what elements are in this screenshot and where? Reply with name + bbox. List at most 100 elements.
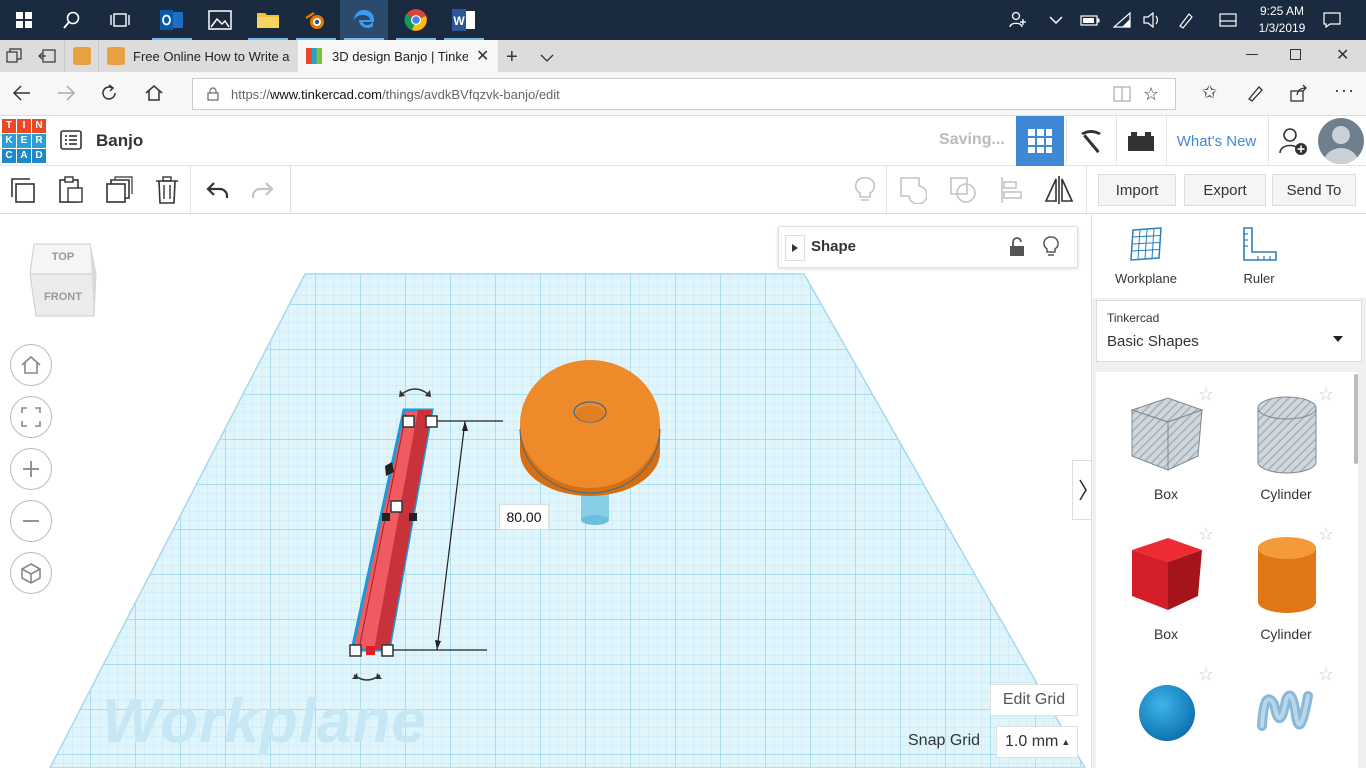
build-minecraft-button[interactable] (1066, 116, 1114, 166)
view-cube[interactable]: TOP FRONT (28, 238, 100, 325)
whats-new-link[interactable]: What's New (1166, 116, 1266, 166)
edit-grid-button[interactable]: Edit Grid (990, 684, 1078, 716)
restore-icon[interactable] (1290, 49, 1301, 60)
design-menu-icon[interactable] (60, 130, 82, 155)
fit-view-button[interactable] (10, 396, 52, 438)
set-tabs-aside-icon[interactable] (38, 48, 56, 69)
workplane-tool[interactable]: Workplane (1114, 226, 1178, 286)
view-cube-top-label[interactable]: TOP (28, 251, 98, 263)
minimize-icon[interactable] (1246, 54, 1258, 55)
zoom-in-button[interactable] (10, 448, 52, 490)
lightbulb-icon[interactable] (1043, 236, 1059, 263)
3d-view-button[interactable] (1016, 116, 1064, 166)
zoom-out-button[interactable] (10, 500, 52, 542)
workplane-grid[interactable] (0, 214, 1091, 768)
chevron-up-icon[interactable] (1046, 10, 1066, 30)
favorite-star-icon[interactable]: ☆ (1318, 384, 1334, 405)
keyboard-icon[interactable] (1218, 10, 1238, 30)
favorites-icon[interactable]: ✩ (1202, 82, 1217, 103)
file-explorer-icon[interactable] (244, 0, 292, 40)
pickaxe-icon (1080, 130, 1101, 154)
mirror-button[interactable] (1042, 174, 1076, 206)
favorite-star-icon[interactable]: ☆ (1198, 664, 1214, 685)
view-cube-front-label[interactable]: FRONT (28, 291, 98, 303)
favorite-star-icon[interactable]: ☆ (1318, 524, 1334, 545)
redo-button[interactable] (246, 174, 280, 206)
search-icon[interactable] (48, 0, 96, 40)
group-button[interactable] (896, 174, 930, 206)
browser-tab-1[interactable] (64, 40, 98, 72)
battery-icon[interactable] (1080, 10, 1100, 30)
favorite-star-icon[interactable]: ☆ (1143, 84, 1159, 105)
expand-inspector-button[interactable] (785, 235, 805, 261)
reading-view-icon[interactable] (1113, 86, 1131, 107)
shape-library-dropdown[interactable]: Tinkercad Basic Shapes (1096, 300, 1362, 362)
people-icon[interactable] (1008, 10, 1028, 30)
paste-button[interactable] (54, 174, 88, 206)
home-icon[interactable] (144, 84, 164, 107)
lock-shape-icon[interactable] (1009, 237, 1025, 262)
notes-tool-button[interactable] (848, 174, 882, 206)
windows-start-icon[interactable] (0, 0, 48, 40)
url-path: /things/avdkBVfqzvk-banjo/edit (382, 87, 560, 102)
chrome-icon[interactable] (392, 0, 440, 40)
close-window-icon[interactable]: ✕ (1336, 45, 1349, 65)
url-input[interactable]: https://www.tinkercad.com/things/avdkBVf… (192, 78, 1176, 110)
edge-browser-icon[interactable] (340, 0, 388, 40)
3d-viewport[interactable]: 80.00 Workplane TOP FRONT Shape Edit Gri… (0, 214, 1091, 768)
invite-user-button[interactable] (1268, 116, 1316, 166)
action-center-icon[interactable] (1322, 10, 1342, 30)
more-options-icon[interactable]: ··· (1334, 80, 1355, 101)
favorite-star-icon[interactable]: ☆ (1318, 664, 1334, 685)
duplicate-button[interactable] (102, 174, 136, 206)
ruler-tool[interactable]: Ruler (1228, 226, 1290, 286)
undo-button[interactable] (200, 174, 234, 206)
wifi-icon[interactable] (1112, 10, 1132, 30)
refresh-icon[interactable] (100, 84, 118, 107)
forward-icon[interactable] (56, 84, 76, 107)
word-icon[interactable]: W (440, 0, 488, 40)
blender-icon[interactable] (292, 0, 340, 40)
lock-icon (207, 87, 219, 106)
task-view-icon[interactable] (96, 0, 144, 40)
browser-tab-2[interactable]: Free Online How to Write a (98, 40, 298, 72)
scrollbar[interactable] (1354, 374, 1358, 464)
dimension-input[interactable]: 80.00 (499, 504, 549, 530)
notes-icon[interactable] (1246, 84, 1264, 107)
import-button[interactable]: Import (1098, 174, 1176, 206)
favorite-star-icon[interactable]: ☆ (1198, 524, 1214, 545)
delete-button[interactable] (150, 174, 184, 206)
collapse-panel-button[interactable] (1072, 460, 1091, 520)
outlook-icon[interactable] (148, 0, 196, 40)
volume-icon[interactable] (1142, 10, 1162, 30)
back-icon[interactable] (12, 84, 32, 107)
system-clock[interactable]: 9:25 AM 1/3/2019 (1252, 3, 1312, 37)
tinkercad-logo-favicon (306, 48, 322, 64)
tinkercad-logo[interactable]: T I N K E R C A D (2, 119, 46, 163)
share-icon[interactable] (1290, 84, 1308, 107)
browser-tab-bar: Free Online How to Write a 3D design Ban… (0, 40, 1366, 72)
home-view-button[interactable] (10, 344, 52, 386)
tab-list-chevron-icon[interactable] (540, 50, 554, 68)
shape-inspector[interactable]: Shape (778, 226, 1078, 268)
workplane-canvas[interactable] (0, 214, 1091, 768)
url-prefix: https:// (231, 87, 271, 102)
close-tab-icon[interactable]: ✕ (476, 46, 489, 66)
perspective-button[interactable] (10, 552, 52, 594)
favorite-star-icon[interactable]: ☆ (1198, 384, 1214, 405)
browser-tab-3[interactable]: 3D design Banjo | Tinke ✕ (298, 40, 498, 72)
bricks-view-button[interactable] (1116, 116, 1164, 166)
new-tab-icon[interactable]: + (506, 46, 518, 69)
avatar[interactable] (1318, 118, 1364, 164)
ungroup-button[interactable] (946, 174, 980, 206)
photos-icon[interactable] (196, 0, 244, 40)
align-button[interactable] (994, 174, 1028, 206)
copy-button[interactable] (6, 174, 40, 206)
pen-workspace-icon[interactable] (1176, 10, 1196, 30)
snap-grid-select[interactable]: 1.0 mm ▲ (996, 726, 1078, 758)
tinkercad-favicon (107, 47, 125, 65)
tab-previews-icon[interactable] (6, 48, 22, 69)
design-title[interactable]: Banjo (96, 131, 143, 151)
export-button[interactable]: Export (1184, 174, 1266, 206)
send-to-button[interactable]: Send To (1272, 174, 1356, 206)
